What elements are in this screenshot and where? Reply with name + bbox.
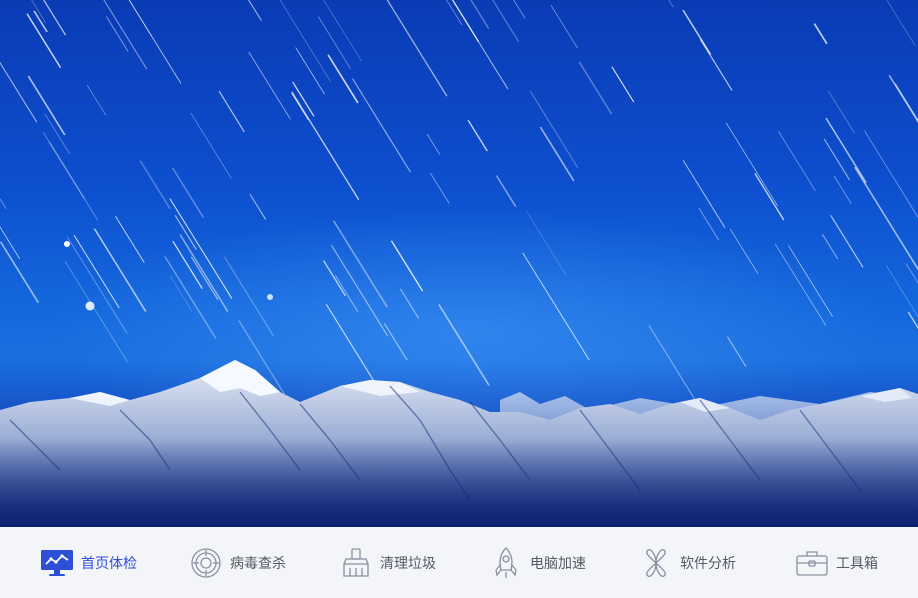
nav-item-speed-up[interactable]: 电脑加速 (489, 527, 586, 598)
meteor-streak (470, 0, 490, 29)
meteor-streak (823, 138, 851, 181)
meteor-streak (830, 215, 864, 268)
meteor-streak (103, 0, 148, 70)
hero-illustration (0, 0, 918, 527)
meteor-streak (905, 263, 918, 284)
meteor-streak (386, 0, 448, 97)
meteor-streak (725, 122, 778, 207)
meteor-streak (248, 52, 291, 120)
meteor-streak (682, 9, 712, 55)
meteor-streak (218, 90, 245, 133)
monitor-chart-icon (40, 546, 74, 580)
toolbox-icon (795, 546, 829, 580)
meteor-streak (578, 61, 613, 115)
meteor-streak (0, 241, 40, 304)
meteor-streak (495, 175, 517, 208)
meteor-streak (327, 54, 359, 104)
meteor-streak (139, 160, 171, 210)
meteor-streak (114, 215, 145, 264)
meteor-streak (821, 234, 839, 260)
meteor-streak (611, 66, 635, 103)
meteor-streak (44, 113, 70, 155)
meteor-streak (864, 130, 918, 218)
meteor-streak (190, 112, 232, 179)
nav-item-virus-scan[interactable]: 病毒查杀 (189, 527, 286, 598)
meteor-streak (699, 39, 733, 91)
nav-item-toolbox[interactable]: 工具箱 (795, 527, 878, 598)
meteor-streak (529, 90, 579, 169)
meteor-streak (0, 198, 7, 209)
nav-label: 首页体检 (81, 555, 137, 572)
star (267, 294, 273, 300)
meteor-streak (279, 0, 331, 82)
nav-item-home-checkup[interactable]: 首页体检 (40, 527, 137, 598)
meteor-streak (42, 0, 67, 36)
meteor-streak (825, 117, 867, 184)
meteor-streak (291, 92, 309, 121)
meteor-streak (754, 172, 785, 221)
nav-label: 病毒查杀 (230, 555, 286, 572)
meteor-streak (42, 132, 99, 221)
meteor-streak (86, 84, 107, 116)
rocket-icon (489, 546, 523, 580)
meteor-streak (323, 0, 362, 62)
nav-label: 工具箱 (836, 555, 878, 572)
meteor-streak (426, 134, 441, 155)
meteor-streak (128, 0, 153, 37)
meteor-streak (451, 0, 480, 43)
broom-icon (339, 546, 373, 580)
meteor-streak (885, 264, 918, 318)
meteor-streak (352, 78, 412, 173)
meteor-streak (0, 61, 38, 123)
meteor-streak (249, 193, 267, 220)
nav-label: 软件分析 (680, 555, 736, 572)
nav-label: 清理垃圾 (380, 555, 436, 572)
meteor-streak (682, 160, 726, 229)
meteor-streak (833, 175, 852, 204)
meteor-streak (26, 13, 62, 69)
meteor-streak (886, 0, 916, 46)
clover-icon (639, 546, 673, 580)
meteor-streak (888, 75, 918, 124)
meteor-streak (668, 0, 674, 8)
meteor-streak (492, 0, 520, 42)
star (64, 241, 70, 247)
hero-banner (0, 0, 918, 527)
star (85, 301, 95, 311)
meteor-streak (452, 0, 509, 90)
meteor-streak (291, 91, 360, 201)
nav-label: 电脑加速 (530, 555, 586, 572)
nav-item-software-analysis[interactable]: 软件分析 (639, 527, 736, 598)
bottom-navigation-bar: 首页体检 病毒查杀 清理垃圾 电脑加速 软件分析 工具箱 (0, 527, 918, 598)
nav-item-clean-junk[interactable]: 清理垃圾 (339, 527, 436, 598)
meteor-streak (429, 172, 450, 204)
meteor-streak (128, 0, 182, 84)
meteor-streak (446, 0, 463, 26)
meteor-streak (27, 75, 66, 136)
valley-fog (0, 440, 918, 527)
meteor-streak (550, 5, 578, 49)
meteor-streak (854, 166, 918, 271)
meteor-streak (317, 16, 352, 70)
meteor-streak (467, 119, 488, 152)
target-icon (189, 546, 223, 580)
meteor-streak (778, 131, 816, 192)
meteor-streak (248, 0, 262, 21)
meteor-streak (894, 83, 918, 122)
meteor-streak (513, 0, 526, 19)
meteor-streak (813, 23, 828, 45)
meteor-streak (295, 47, 325, 95)
